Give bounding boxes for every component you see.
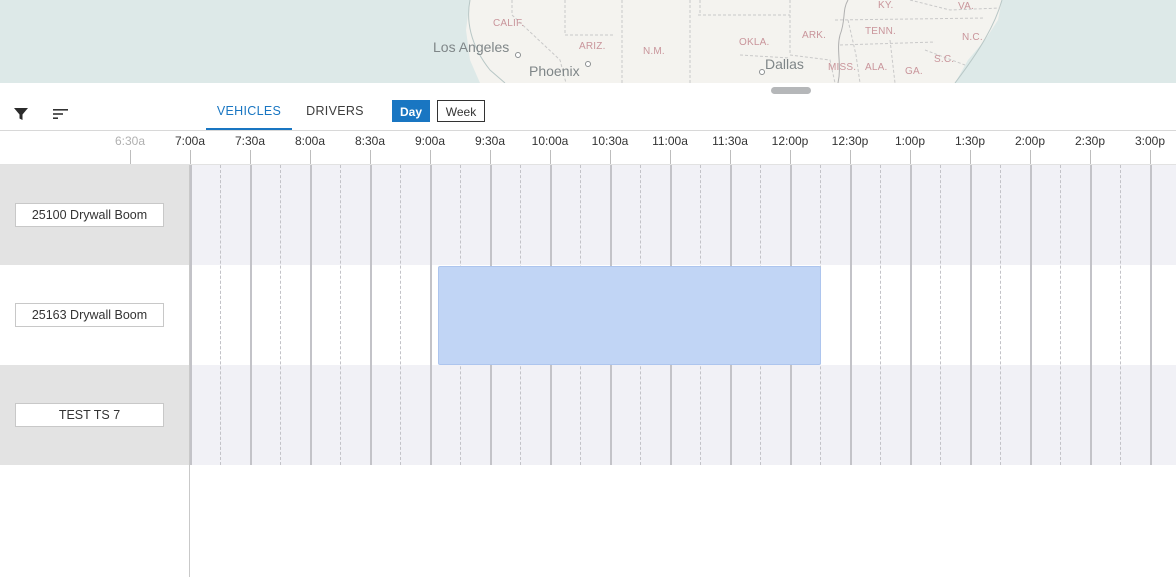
map-state-label: N.M. [643, 46, 665, 57]
vehicle-name-label[interactable]: 25100 Drywall Boom [15, 203, 164, 227]
time-tick-label: 8:00a [294, 134, 326, 148]
map-resize-handle[interactable] [771, 87, 811, 94]
time-tick-label: 11:30a [712, 134, 748, 148]
map-state-label: OKLA. [739, 37, 770, 48]
grid-line-hour [370, 165, 372, 465]
time-tick-mark [1090, 150, 1091, 164]
time-tick-label: 1:00p [894, 134, 926, 148]
week-view-button[interactable]: Week [437, 100, 485, 122]
grid-line-hour [430, 165, 432, 465]
vehicle-row-header: TEST TS 7 [0, 365, 190, 465]
map-state-label: TENN. [865, 26, 896, 37]
time-tick-mark [190, 150, 191, 164]
map-state-label: ALA. [865, 62, 888, 73]
grid-line-hour [910, 165, 912, 465]
time-tick-mark [430, 150, 431, 164]
grid-line-quarter [1060, 165, 1061, 465]
map-state-label: S.C. [934, 54, 955, 65]
filter-icon[interactable] [9, 103, 33, 125]
time-tick-label: 9:30a [474, 134, 506, 148]
time-tick-label: 7:30a [234, 134, 266, 148]
vehicle-row-header: 25100 Drywall Boom [0, 165, 190, 265]
vehicle-row-header: 25163 Drywall Boom [0, 265, 190, 365]
time-tick-mark [310, 150, 311, 164]
grid-line-hour [310, 165, 312, 465]
map-city-label: Dallas [765, 56, 804, 72]
map-city-label: Los Angeles [433, 39, 510, 55]
time-tick-label: 11:00a [652, 134, 688, 148]
grid-line-quarter [400, 165, 401, 465]
grid-line-quarter [220, 165, 221, 465]
time-tick-mark [550, 150, 551, 164]
time-tick-mark [1150, 150, 1151, 164]
time-tick-mark [970, 150, 971, 164]
time-tick-label: 2:00p [1014, 134, 1046, 148]
time-tick-mark [730, 150, 731, 164]
map-state-label: MISS. [828, 62, 857, 73]
city-dot-icon [585, 61, 591, 67]
vehicle-row-lane[interactable] [190, 165, 1176, 265]
map-state-label: VA. [958, 1, 974, 12]
map-view[interactable]: CALIF. ARIZ. N.M. OKLA. ARK. KY. VA. TEN… [0, 0, 1176, 83]
grid-line-hour [1090, 165, 1092, 465]
time-tick-label: 3:00p [1134, 134, 1166, 148]
tab-drivers[interactable]: DRIVERS [300, 95, 370, 128]
time-tick-mark [790, 150, 791, 164]
time-tick-mark [1030, 150, 1031, 164]
grid-line-quarter [880, 165, 881, 465]
time-tick-mark [250, 150, 251, 164]
map-state-label: ARK. [802, 30, 827, 41]
grid-line-quarter [940, 165, 941, 465]
grid-line-hour [1030, 165, 1032, 465]
time-tick-mark [370, 150, 371, 164]
grid-line-quarter [1120, 165, 1121, 465]
row-header-divider [189, 165, 190, 577]
city-dot-icon [759, 69, 765, 75]
vehicle-row-lane[interactable] [190, 365, 1176, 465]
time-tick-mark [910, 150, 911, 164]
time-tick-label: 12:00p [771, 134, 809, 148]
sort-icon[interactable] [49, 103, 73, 125]
time-tick-label: 2:30p [1074, 134, 1106, 148]
grid-line-hour [850, 165, 852, 465]
timeline-header-top-border [0, 130, 1176, 131]
time-tick-label: 8:30a [354, 134, 386, 148]
map-city-label: Phoenix [529, 63, 580, 79]
map-state-label: KY. [878, 0, 894, 11]
map-state-label: CALIF. [493, 18, 525, 29]
tab-vehicles[interactable]: VEHICLES [206, 95, 292, 131]
map-state-label: GA. [905, 66, 923, 77]
toolbar: VEHICLES DRIVERS Day Week [0, 95, 1176, 131]
time-tick-label: 12:30p [831, 134, 869, 148]
grid-line-hour [1150, 165, 1152, 465]
time-tick-label: 10:00a [531, 134, 569, 148]
day-view-button[interactable]: Day [392, 100, 430, 122]
time-tick-label: 7:00a [174, 134, 206, 148]
vehicle-name-label[interactable]: TEST TS 7 [15, 403, 164, 427]
time-tick-mark [850, 150, 851, 164]
grid-line-hour [970, 165, 972, 465]
vehicle-name-label[interactable]: 25163 Drywall Boom [15, 303, 164, 327]
time-tick-label: 1:30p [954, 134, 986, 148]
time-tick-mark [670, 150, 671, 164]
map-state-label: ARIZ. [579, 41, 606, 52]
time-tick-label: 6:30a [114, 134, 146, 148]
time-tick-mark [610, 150, 611, 164]
time-tick-label: 10:30a [591, 134, 629, 148]
schedule-event-block[interactable] [438, 266, 821, 365]
grid-line-hour [190, 165, 192, 465]
time-tick-mark [130, 150, 131, 164]
city-dot-icon [515, 52, 521, 58]
time-tick-mark [490, 150, 491, 164]
grid-line-hour [250, 165, 252, 465]
map-state-label: N.C. [962, 32, 983, 43]
time-tick-label: 9:00a [414, 134, 446, 148]
grid-line-quarter [340, 165, 341, 465]
grid-line-quarter [1000, 165, 1001, 465]
grid-line-quarter [280, 165, 281, 465]
